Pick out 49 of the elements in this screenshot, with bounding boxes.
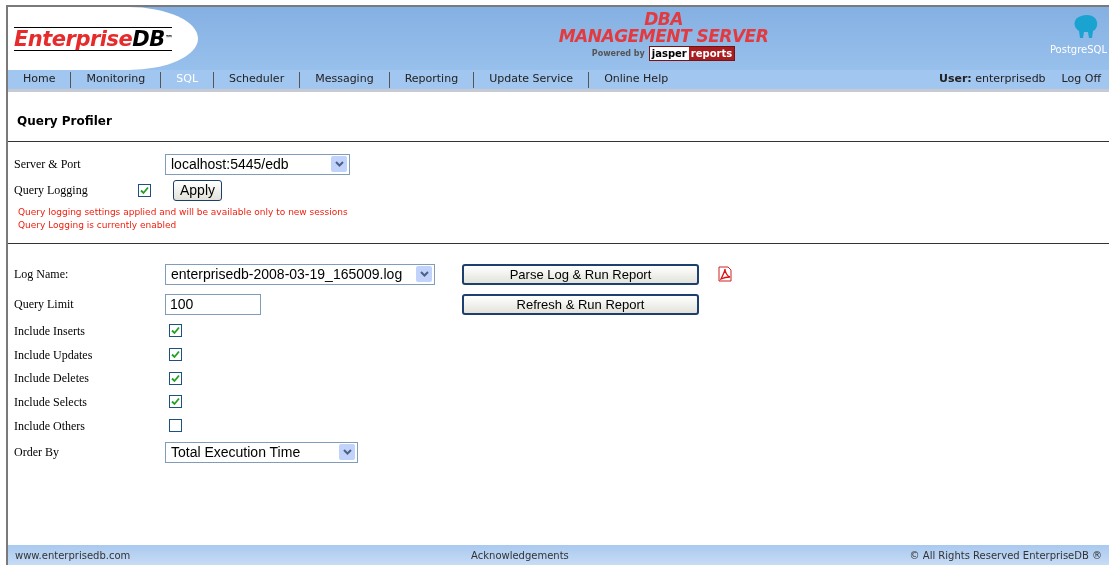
field-label: Server & Port — [14, 156, 82, 173]
report-button[interactable]: Parse Log & Run Report — [462, 263, 699, 285]
elephant-icon — [1073, 15, 1099, 39]
pdf-icon[interactable] — [717, 266, 733, 282]
chevron-icon — [416, 266, 432, 282]
dropdown[interactable]: Total Execution Time — [165, 441, 358, 463]
field-label: Include Others — [14, 417, 86, 435]
nav-tab[interactable]: Monitoring — [71, 71, 161, 88]
app-title: MANAGEMENT SERVER — [558, 28, 769, 45]
field-label: Query Limit — [14, 296, 75, 313]
user-label: User: enterprisedb — [938, 71, 1046, 88]
copyright-text: © All Rights Reserved EnterpriseDB ® — [909, 548, 1102, 563]
field-label: Include Inserts — [14, 322, 86, 340]
nav-tab[interactable]: Scheduler — [214, 71, 300, 88]
checkbox[interactable] — [169, 324, 182, 338]
status-message: Query Logging is currently enabled — [17, 219, 178, 232]
checkbox[interactable] — [169, 419, 182, 433]
field-label: Order By — [14, 444, 60, 462]
nav-tab[interactable]: Update Service — [474, 71, 589, 88]
checkbox[interactable] — [169, 395, 182, 409]
nav-tab[interactable]: Online Help — [589, 71, 684, 88]
field-label: Log Name: — [14, 266, 70, 283]
chevron-icon — [331, 156, 347, 172]
log-off-link[interactable]: Log Off — [1061, 71, 1101, 88]
report-button[interactable]: Refresh & Run Report — [462, 293, 699, 315]
acknowledgements-link[interactable]: Acknowledgements — [471, 547, 569, 563]
checkbox[interactable] — [169, 348, 182, 362]
powered-by-text: Powered by — [591, 47, 645, 60]
field-label: Include Selects — [14, 393, 88, 411]
checkbox[interactable] — [169, 371, 182, 385]
apply-button[interactable]: Apply — [173, 179, 223, 201]
app-title: DBA — [644, 11, 683, 28]
query-limit-field[interactable]: 100 — [165, 293, 261, 315]
field-label: Query Logging — [14, 182, 89, 199]
chevron-icon — [339, 444, 355, 461]
postgresql-label: PostgreSQL — [1049, 43, 1107, 57]
jasperreports-logo: jasper reports — [648, 46, 736, 61]
field-label: Include Deletes — [14, 370, 90, 388]
checkbox[interactable] — [138, 183, 151, 197]
nav-tab[interactable]: Reporting — [389, 71, 474, 88]
field-label: Include Updates — [14, 346, 94, 364]
dropdown[interactable]: enterprisedb-2008-03-19_165009.log — [165, 263, 435, 285]
enterprisedb-logo: EnterpriseDB™ — [14, 26, 173, 51]
dropdown[interactable]: localhost:5445/edb — [165, 153, 350, 175]
nav-tab[interactable]: Messaging — [300, 71, 389, 88]
page-title: Query Profiler — [16, 113, 113, 130]
website-link[interactable]: www.enterprisedb.com — [15, 547, 131, 563]
status-message: Query logging settings applied and will be available only to new sessions — [17, 206, 349, 219]
nav-tab[interactable]: Home — [8, 71, 71, 88]
